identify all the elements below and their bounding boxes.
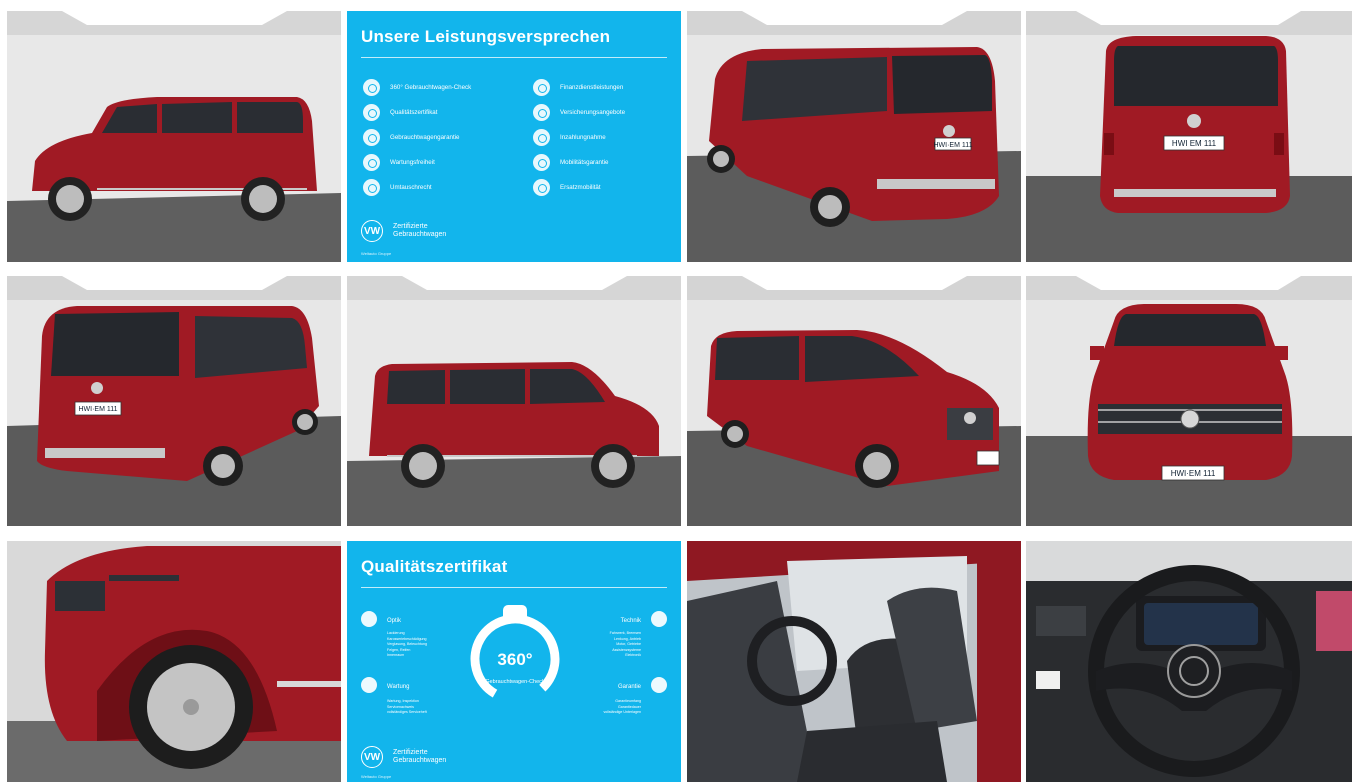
wrench-icon: [363, 153, 380, 171]
wartung-list: Wartung, Inspektion Servicenachweis voll…: [387, 699, 427, 715]
license-plate: HWI·EM 111: [933, 142, 972, 149]
wartung-icon: [361, 677, 377, 693]
service-item: Ersatzmobilität: [533, 177, 681, 197]
interior-seats-photo: [687, 541, 1021, 782]
license-plate: HWI·EM 111: [78, 406, 117, 413]
gallery-image-front[interactable]: HWI·EM 111: [1026, 276, 1352, 526]
car-side-right-photo: [347, 276, 681, 526]
vw-logo-icon: VW: [361, 746, 383, 768]
garantie-list: Garantieumfang Garantiedauer vollständig…: [603, 699, 641, 715]
divider: [361, 587, 667, 588]
steering-wheel-photo: [1026, 541, 1352, 782]
car-side-left-photo: [7, 11, 341, 262]
promo-quality-banner[interactable]: Qualitätszertifikat Optik Lackierung Kar…: [347, 541, 681, 782]
certified-footer: VW Zertifizierte Gebrauchtwagen: [361, 220, 463, 242]
brand-small: Weltauto Gruppe: [361, 774, 392, 779]
service-item: Gebrauchtwagengarantie: [363, 127, 513, 147]
brand-small: Weltauto Gruppe: [361, 251, 392, 256]
service-item: Finanzdienstleistungen: [533, 77, 681, 97]
trade-in-icon: [533, 128, 550, 146]
gallery-image-interior-seats[interactable]: [687, 541, 1021, 782]
section-technik: Technik: [620, 618, 641, 624]
mobility-icon: [533, 153, 550, 171]
360-check-badge: 360° Gebrauchtwagen-Check: [470, 605, 560, 704]
certificate-icon: [363, 103, 380, 121]
car-rear-left-photo: HWI·EM 111: [687, 11, 1021, 262]
car-rear-right-photo: HWI·EM 111: [7, 276, 341, 526]
license-plate: HWI·EM 111: [1171, 469, 1216, 478]
gallery-image-wheel-detail[interactable]: [7, 541, 341, 782]
check-icon: [363, 78, 380, 96]
car-wheel-detail-photo: [7, 541, 341, 782]
gallery-image-side-left[interactable]: [7, 11, 341, 262]
exchange-icon: [363, 178, 380, 196]
service-item: Umtauschrecht: [363, 177, 513, 197]
certified-label: Zertifizierte Gebrauchtwagen: [393, 749, 447, 764]
badge-text: Gebrauchtwagen-Check: [485, 679, 545, 685]
gallery-image-rear[interactable]: HWI EM 111: [1026, 11, 1352, 262]
replacement-car-icon: [533, 178, 550, 196]
service-item: Versicherungsangebote: [533, 102, 681, 122]
garantie-icon: [651, 677, 667, 693]
car-front-photo: HWI·EM 111: [1026, 276, 1352, 526]
insurance-icon: [533, 103, 550, 121]
service-item: Wartungsfreiheit: [363, 152, 513, 172]
certified-label: Zertifizierte Gebrauchtwagen: [393, 223, 447, 238]
gallery-image-rear-left[interactable]: HWI·EM 111: [687, 11, 1021, 262]
promo-services-banner[interactable]: Unsere Leistungsversprechen 360° Gebrauc…: [347, 11, 681, 262]
service-item: Qualitätszertifikat: [363, 102, 513, 122]
technik-icon: [651, 611, 667, 627]
section-optik: Optik: [387, 618, 402, 624]
service-item: Mobilitätsgarantie: [533, 152, 681, 172]
optik-icon: [361, 611, 377, 627]
certified-footer: VW Zertifizierte Gebrauchtwagen: [361, 746, 463, 768]
gallery-image-front-right[interactable]: [687, 276, 1021, 526]
badge-number: 360°: [497, 650, 532, 669]
gallery-image-steering-wheel[interactable]: [1026, 541, 1352, 782]
license-plate: HWI EM 111: [1172, 139, 1217, 148]
section-wartung: Wartung: [387, 684, 410, 690]
finance-icon: [533, 78, 550, 96]
image-gallery: Unsere Leistungsversprechen 360° Gebrauc…: [0, 0, 1352, 782]
technik-list: Fahrwerk, Bremsen Lenkung, Antrieb Motor…: [609, 631, 641, 658]
optik-list: Lackierung Karosseriebeschädigung Vergla…: [387, 631, 427, 658]
promo-title: Qualitätszertifikat: [361, 557, 508, 576]
vw-logo-icon: VW: [361, 220, 383, 242]
service-item: 360° Gebrauchtwagen-Check: [363, 77, 513, 97]
gallery-image-side-right[interactable]: [347, 276, 681, 526]
car-front-right-photo: [687, 276, 1021, 526]
section-garantie: Garantie: [617, 684, 641, 690]
divider: [361, 57, 667, 58]
service-item: Inzahlungnahme: [533, 127, 681, 147]
car-rear-photo: HWI EM 111: [1026, 11, 1352, 262]
shield-icon: [363, 128, 380, 146]
promo-title: Unsere Leistungsversprechen: [361, 27, 611, 46]
gallery-image-rear-right[interactable]: HWI·EM 111: [7, 276, 341, 526]
